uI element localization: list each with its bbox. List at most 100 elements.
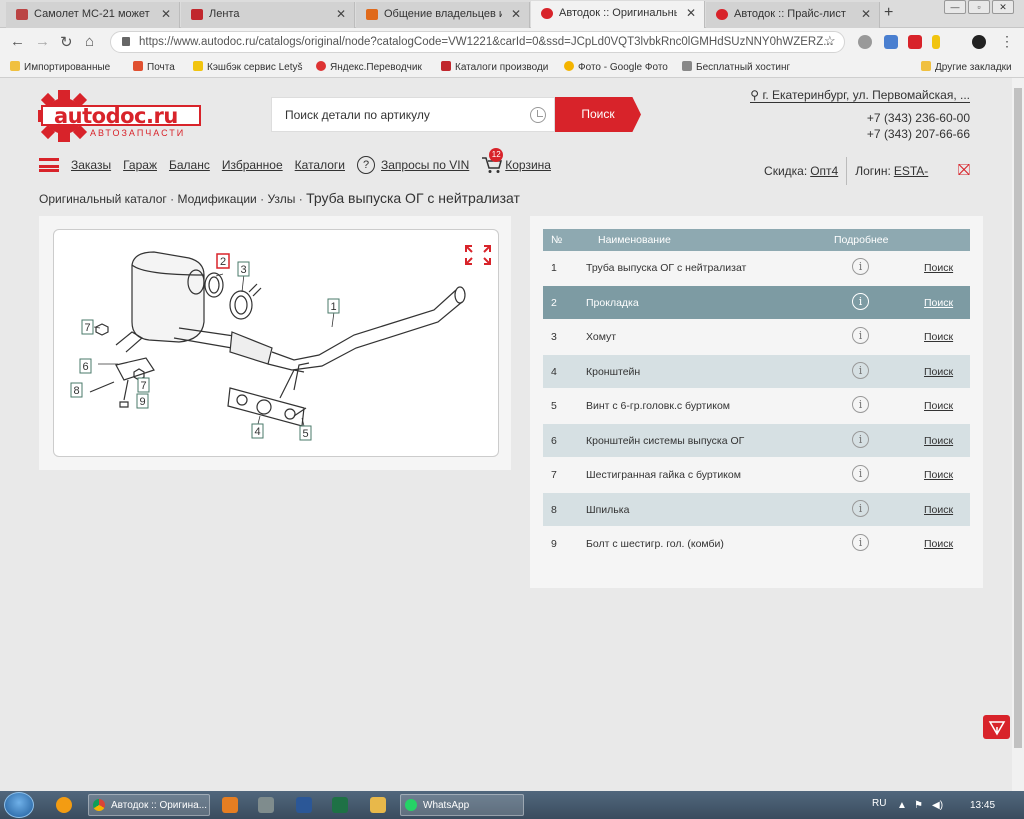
home-icon[interactable]: ⌂ [85, 33, 94, 50]
callout-4[interactable]: 4 [251, 423, 264, 439]
info-icon[interactable]: i [852, 500, 869, 517]
maximize-button[interactable]: ▫ [968, 0, 990, 14]
start-button[interactable] [4, 792, 34, 818]
menu-garage[interactable]: Гараж [123, 158, 157, 172]
excel-icon[interactable] [332, 797, 348, 813]
settings-icon[interactable] [258, 797, 274, 813]
mail-icon[interactable] [884, 35, 898, 49]
cart-icon[interactable]: 12 [481, 148, 504, 174]
bookmark-item[interactable]: Яндекс.Переводчик [316, 61, 422, 73]
history-clock-icon[interactable] [530, 107, 546, 123]
search-link[interactable]: Поиск [924, 331, 953, 343]
tab-3[interactable]: Общение владельцев ином ✕ [356, 2, 530, 28]
close-icon[interactable]: ✕ [686, 6, 696, 20]
menu-catalogs[interactable]: Каталоги [295, 158, 345, 172]
bookmark-item[interactable]: Каталоги производи [441, 61, 548, 73]
info-icon[interactable]: i [852, 465, 869, 482]
expand-icon[interactable] [465, 245, 491, 265]
language-indicator[interactable]: RU [872, 798, 886, 809]
page-scrollbar[interactable] [1012, 78, 1024, 791]
close-icon[interactable]: ✕ [161, 7, 171, 21]
callout-2-highlighted[interactable]: 2 [216, 253, 230, 269]
menu-vin-requests[interactable]: Запросы по VIN [381, 158, 469, 172]
search-link[interactable]: Поиск [924, 538, 953, 550]
network-icon[interactable]: ⚑ [914, 800, 923, 811]
breadcrumb-original-catalog[interactable]: Оригинальный каталог [39, 192, 167, 206]
scrollbar-thumb[interactable] [1014, 88, 1022, 748]
close-icon[interactable]: ✕ [861, 7, 871, 21]
info-icon[interactable]: i [852, 431, 869, 448]
callout-6[interactable]: 6 [79, 358, 92, 374]
taskbar-app-chrome[interactable]: Автодок :: Оригина... [88, 794, 210, 816]
bookmark-item[interactable]: Кэшбэк сервис Letyš [193, 61, 303, 73]
callout-7[interactable]: 7 [81, 319, 94, 335]
bookmark-item[interactable]: Импортированные [10, 61, 110, 73]
menu-balance[interactable]: Баланс [169, 158, 210, 172]
info-icon[interactable]: i [852, 293, 869, 310]
app-2-icon[interactable] [56, 797, 72, 813]
menu-cart[interactable]: Корзина [505, 158, 551, 172]
search-input[interactable]: Поиск детали по артикулу [285, 108, 430, 122]
close-icon[interactable]: ✕ [511, 7, 521, 21]
new-tab-button[interactable]: + [884, 4, 893, 22]
bookmark-ext-icon[interactable] [908, 35, 922, 49]
gift-icon[interactable]: ⛝ [958, 162, 970, 180]
address-bar[interactable]: https://www.autodoc.ru/catalogs/original… [110, 31, 845, 53]
tab-2[interactable]: Лента ✕ [181, 2, 355, 28]
bookmark-item[interactable]: Почта [133, 61, 175, 73]
discount-value[interactable]: Опт4 [810, 164, 838, 178]
callout-5[interactable]: 5 [299, 425, 312, 441]
menu-favorites[interactable]: Избранное [222, 158, 283, 172]
bookmark-item[interactable]: Другие закладки [921, 61, 1012, 73]
table-row[interactable]: 5 Винт с 6-гр.головк.с буртиком i Поиск [543, 389, 970, 422]
site-logo[interactable]: autodoc.ru АВТОЗАПЧАСТИ [38, 90, 204, 142]
info-icon[interactable]: i [852, 327, 869, 344]
bookmark-star-icon[interactable]: ☆ [824, 33, 836, 49]
explorer-icon[interactable] [370, 797, 386, 813]
forward-arrow-icon[interactable]: → [35, 33, 50, 50]
minimize-button[interactable]: — [944, 0, 966, 14]
callout-8[interactable]: 8 [70, 382, 83, 398]
info-icon[interactable]: i [852, 396, 869, 413]
login-value[interactable]: ESTA- [894, 164, 954, 178]
reload-icon[interactable]: ↻ [60, 33, 73, 51]
letyshops-icon[interactable] [932, 35, 940, 49]
exhaust-parts-diagram[interactable]: 1 2 3 4 5 6 7 7 8 9 [53, 229, 499, 457]
back-arrow-icon[interactable]: ← [10, 33, 25, 50]
bookmark-item[interactable]: Фото - Google Фото [564, 61, 668, 73]
table-row[interactable]: 9 Болт с шестигр. гол. (комби) i Поиск [543, 527, 970, 560]
browser-menu-icon[interactable]: ⋮ [1000, 33, 1014, 50]
volume-icon[interactable]: ◀) [932, 800, 943, 811]
clock[interactable]: 13:45 [970, 800, 995, 811]
bookmark-item[interactable]: Бесплатный хостинг [682, 61, 790, 73]
search-link[interactable]: Поиск [924, 504, 953, 516]
table-row[interactable]: 7 Шестигранная гайка с буртиком i Поиск [543, 458, 970, 491]
search-link[interactable]: Поиск [924, 469, 953, 481]
info-icon[interactable]: i [852, 258, 869, 275]
breadcrumb-modifications[interactable]: Модификации [177, 192, 256, 206]
search-link[interactable]: Поиск [924, 262, 953, 274]
callout-7[interactable]: 7 [137, 377, 150, 393]
info-icon[interactable]: i [852, 362, 869, 379]
hamburger-menu-icon[interactable] [39, 158, 59, 172]
adblock-icon[interactable] [858, 35, 872, 49]
vlc-icon[interactable] [222, 797, 238, 813]
tab-1[interactable]: Самолет МС-21 может оста ✕ [6, 2, 180, 28]
tab-5[interactable]: Автодок :: Прайс-лист ✕ [706, 2, 880, 28]
table-row-selected[interactable]: 2 Прокладка i Поиск [543, 286, 970, 319]
search-link[interactable]: Поиск [924, 435, 953, 447]
close-icon[interactable]: ✕ [336, 7, 346, 21]
search-link[interactable]: Поиск [924, 366, 953, 378]
info-icon[interactable]: i [852, 534, 869, 551]
tray-arrow-icon[interactable]: ▲ [897, 800, 907, 811]
close-window-button[interactable]: ✕ [992, 0, 1014, 14]
tab-4-active[interactable]: Автодок :: Оригинальный к ✕ [531, 1, 705, 28]
breadcrumb-nodes[interactable]: Узлы [267, 192, 295, 206]
word-icon[interactable] [296, 797, 312, 813]
profile-avatar[interactable] [972, 35, 986, 49]
callout-9[interactable]: 9 [136, 393, 149, 409]
table-row[interactable]: 8 Шпилька i Поиск [543, 493, 970, 526]
callout-3[interactable]: 3 [237, 261, 250, 277]
city-address-link[interactable]: ⚲ г. Екатеринбург, ул. Первомайская, ... [750, 88, 970, 103]
taskbar-app-whatsapp[interactable]: WhatsApp [400, 794, 524, 816]
